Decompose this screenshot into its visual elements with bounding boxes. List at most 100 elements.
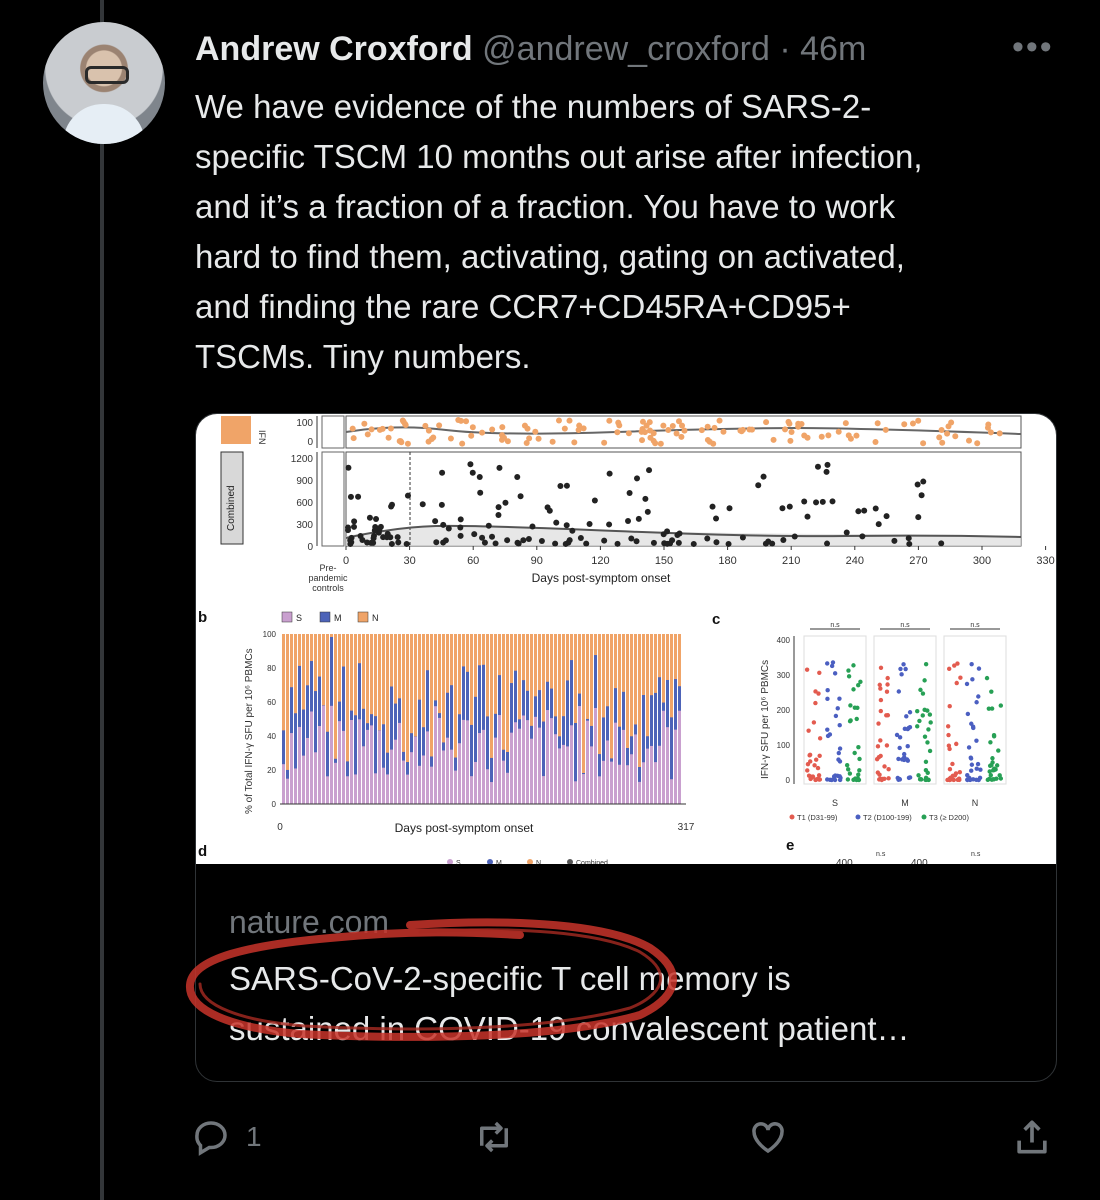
bar-segment-s bbox=[574, 781, 577, 804]
share-button[interactable] bbox=[1010, 1112, 1054, 1162]
data-point bbox=[633, 538, 640, 545]
data-point bbox=[711, 424, 718, 431]
panel-c-point bbox=[946, 732, 951, 738]
data-point bbox=[765, 538, 772, 545]
panel-c-point bbox=[904, 757, 910, 762]
bar-segment-s bbox=[338, 721, 341, 804]
avatar[interactable] bbox=[43, 22, 165, 144]
legend-label: S bbox=[296, 613, 302, 623]
data-point bbox=[720, 428, 727, 435]
panel-c-point bbox=[836, 750, 842, 756]
data-point bbox=[823, 468, 830, 475]
data-point bbox=[489, 426, 496, 433]
card-meta[interactable]: nature.com SARS-CoV-2-specific T cell me… bbox=[196, 864, 1056, 1081]
bar-segment-s bbox=[546, 710, 549, 804]
data-point bbox=[770, 436, 777, 443]
bar-segment-s bbox=[658, 745, 661, 804]
legend-dot bbox=[921, 814, 927, 820]
data-point bbox=[569, 527, 576, 534]
data-point bbox=[639, 418, 646, 425]
data-point bbox=[974, 440, 981, 447]
bar-segment-s bbox=[330, 705, 333, 804]
bar-segment-s bbox=[622, 729, 625, 804]
data-point bbox=[380, 534, 387, 541]
bar-segment-s bbox=[290, 733, 293, 804]
data-point bbox=[987, 429, 994, 436]
panel-c-point bbox=[970, 777, 976, 782]
data-point bbox=[366, 514, 373, 521]
panel-a-x-tick: 270 bbox=[909, 555, 927, 567]
data-point bbox=[646, 419, 653, 426]
retweet-button[interactable] bbox=[472, 1112, 516, 1162]
panel-c-group-box bbox=[803, 635, 867, 785]
data-point bbox=[422, 422, 429, 429]
like-button[interactable] bbox=[746, 1112, 790, 1162]
more-options-icon[interactable]: ••• bbox=[1012, 28, 1054, 67]
panel-c-point bbox=[899, 672, 904, 677]
data-point bbox=[440, 539, 447, 546]
panel-a-x-tick: 330 bbox=[1036, 555, 1054, 567]
panel-c-point bbox=[923, 759, 929, 764]
panel-a-x-tick: 0 bbox=[343, 555, 349, 567]
panel-c-point bbox=[830, 660, 836, 665]
data-point bbox=[445, 525, 452, 532]
data-point bbox=[872, 438, 879, 445]
bar-segment-s bbox=[302, 755, 305, 804]
pre-pandemic-label: Pre-pandemic controls bbox=[308, 563, 348, 593]
panel-a-top-points bbox=[349, 417, 1003, 447]
tweet-time[interactable]: 46m bbox=[800, 30, 866, 68]
panel-a-y-tick: 300 bbox=[296, 520, 313, 531]
pre-pandemic-label-line: controls bbox=[312, 583, 344, 593]
data-point bbox=[814, 463, 821, 470]
card-domain[interactable]: nature.com bbox=[229, 904, 389, 941]
panel-c-point bbox=[832, 671, 838, 676]
data-point bbox=[657, 440, 664, 447]
panel-c-point bbox=[977, 775, 983, 781]
bar-segment-s bbox=[430, 766, 433, 804]
panel-c-point bbox=[926, 727, 931, 732]
panel-c-point bbox=[896, 689, 902, 694]
data-point bbox=[915, 514, 922, 521]
data-point bbox=[504, 537, 511, 544]
data-point bbox=[586, 520, 593, 527]
panel-c-point bbox=[851, 687, 856, 692]
card-title[interactable]: SARS-CoV-2-specific T cell memory is sus… bbox=[229, 954, 1029, 1054]
bar-segment-s bbox=[374, 773, 377, 804]
bar-segment-s bbox=[450, 749, 453, 804]
data-point bbox=[394, 534, 401, 541]
bar-segment-s bbox=[666, 727, 669, 804]
panel-c-point bbox=[875, 744, 881, 749]
panel-e-sig: n.s bbox=[876, 851, 886, 858]
bar-segment-s bbox=[494, 737, 497, 804]
panel-a-x-label: Days post-symptom onset bbox=[532, 571, 671, 585]
data-point bbox=[364, 539, 371, 546]
data-point bbox=[566, 417, 573, 424]
author-handle[interactable]: @andrew_croxford bbox=[482, 30, 770, 68]
author-name[interactable]: Andrew Croxford bbox=[195, 30, 473, 68]
data-point bbox=[467, 461, 474, 468]
data-point bbox=[439, 469, 446, 476]
data-point bbox=[939, 439, 946, 446]
panel-c-point bbox=[957, 770, 963, 775]
bar-segment-s bbox=[358, 719, 361, 804]
data-point bbox=[843, 529, 850, 536]
link-card[interactable]: IFN 100 0 Combined 1200 900 600 300 0 0 30 60 9… bbox=[195, 413, 1057, 1082]
bar-segment-s bbox=[566, 746, 569, 804]
panel-a-x-tick: 120 bbox=[591, 555, 609, 567]
panel-c-point bbox=[856, 777, 862, 783]
bar-segment-s bbox=[526, 720, 529, 804]
data-point bbox=[872, 505, 879, 512]
data-point bbox=[447, 435, 454, 442]
data-point bbox=[760, 473, 767, 480]
panel-c-point bbox=[817, 736, 823, 741]
bar-segment-s bbox=[334, 762, 337, 804]
panel-c-point bbox=[901, 662, 906, 667]
bar-segment-s bbox=[602, 760, 605, 804]
data-point bbox=[396, 438, 403, 445]
panel-c-point bbox=[965, 711, 971, 717]
panel-c-y-tick: 300 bbox=[777, 671, 791, 680]
data-point bbox=[591, 497, 598, 504]
reply-button[interactable]: 1 bbox=[190, 1112, 262, 1162]
bar-segment-s bbox=[414, 736, 417, 804]
panel-c-point bbox=[897, 776, 902, 782]
